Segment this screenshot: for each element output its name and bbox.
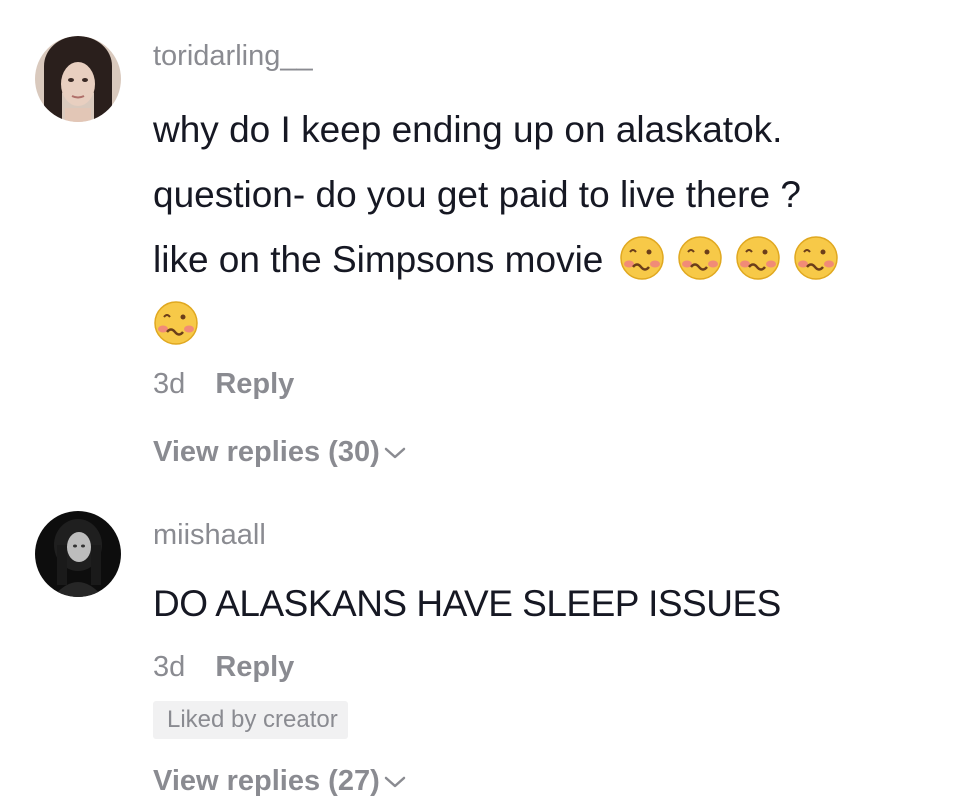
avatar-image (35, 511, 121, 597)
comment-item: miishaall DO ALASKANS HAVE SLEEP ISSUES … (0, 0, 980, 797)
view-replies-label: View replies (30) (153, 436, 380, 468)
comment-meta: 3d Reply (153, 651, 294, 684)
avatar[interactable] (35, 511, 121, 597)
view-replies-button[interactable]: View replies (30) (153, 436, 406, 469)
comment-age: 3d (153, 368, 186, 400)
comment-username[interactable]: miishaall (153, 519, 266, 552)
view-replies-label: View replies (27) (153, 765, 380, 797)
comment-text: DO ALASKANS HAVE SLEEP ISSUES (153, 583, 781, 624)
chevron-down-icon (384, 448, 405, 459)
comment-age: 3d (153, 651, 186, 683)
chevron-down-icon (384, 777, 405, 788)
liked-by-creator-badge: Liked by creator (153, 701, 348, 739)
reply-button[interactable]: Reply (215, 368, 294, 400)
view-replies-button[interactable]: View replies (27) (153, 765, 406, 798)
reply-button[interactable]: Reply (215, 651, 294, 683)
comment-meta: 3d Reply (153, 368, 294, 401)
